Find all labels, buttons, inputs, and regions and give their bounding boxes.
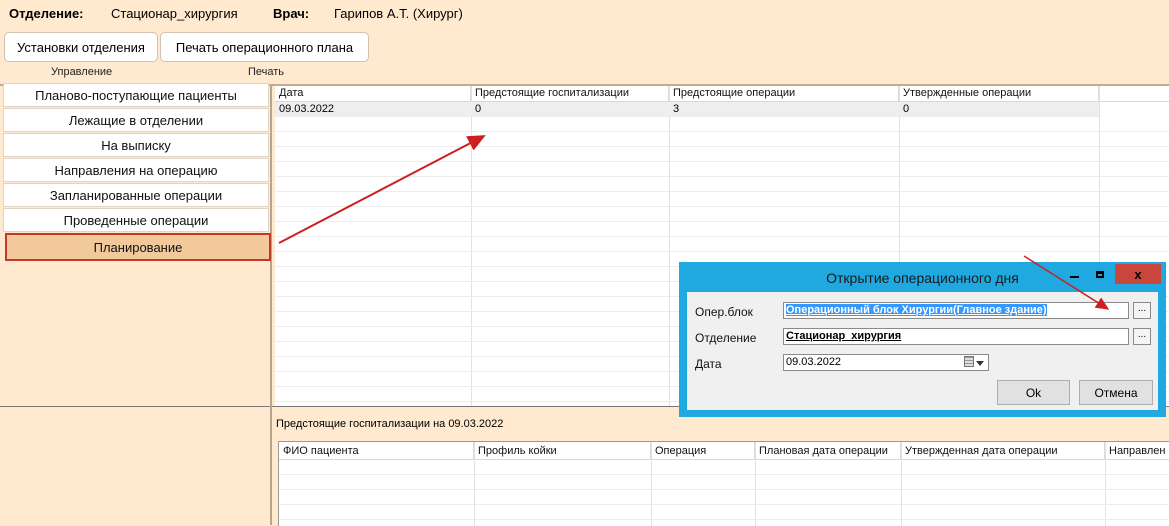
ok-button[interactable]: Ok [997, 380, 1070, 405]
department-select-button[interactable]: ... [1133, 328, 1151, 345]
dialog-body: Опер.блок Операционный блок Хирургии(Гла… [687, 292, 1158, 410]
ellipsis-icon: ... [1137, 329, 1147, 340]
date-field-label: Дата [695, 357, 722, 371]
maximize-button[interactable] [1087, 264, 1113, 284]
date-field[interactable]: 09.03.2022 [783, 354, 989, 371]
close-icon: x [1134, 266, 1142, 282]
calendar-icon[interactable] [964, 356, 974, 367]
op-block-select-button[interactable]: ... [1133, 302, 1151, 319]
department-field-label: Отделение [695, 331, 757, 345]
op-block-field[interactable]: Операционный блок Хирургии(Главное здани… [783, 302, 1129, 319]
arrow-to-grid [278, 135, 486, 244]
chevron-down-icon[interactable] [976, 361, 984, 366]
department-field[interactable]: Стационар_хирургия [783, 328, 1129, 345]
date-field-value: 09.03.2022 [786, 356, 842, 368]
maximize-icon [1096, 270, 1104, 278]
department-field-value: Стационар_хирургия [786, 330, 902, 342]
op-block-value: Операционный блок Хирургии(Главное здани… [786, 304, 1047, 316]
minimize-button[interactable] [1061, 264, 1087, 284]
ellipsis-icon: ... [1137, 303, 1147, 314]
close-button[interactable]: x [1115, 264, 1161, 284]
minimize-icon [1069, 276, 1079, 278]
open-operation-day-dialog: Открытие операционного дня x Опер.блок О… [679, 262, 1166, 417]
op-block-label: Опер.блок [695, 305, 753, 319]
cancel-button[interactable]: Отмена [1079, 380, 1153, 405]
